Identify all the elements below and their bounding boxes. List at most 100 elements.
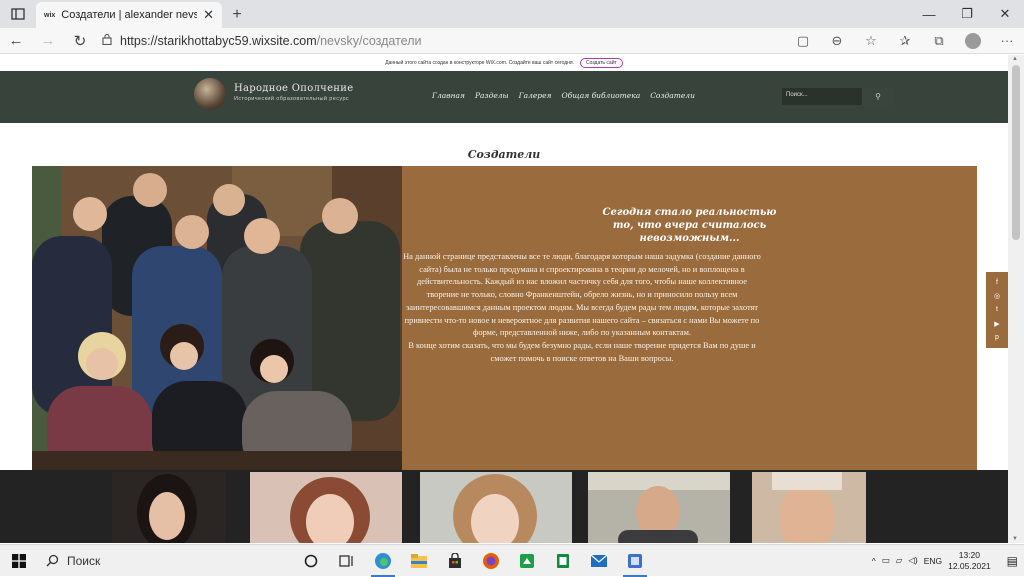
back-button[interactable]: ← — [0, 28, 32, 54]
taskbar-app-blue[interactable] — [617, 545, 653, 577]
task-view-button[interactable] — [329, 545, 365, 577]
start-button[interactable] — [0, 545, 38, 577]
arrow-right-icon: → — [40, 32, 56, 49]
tray-network-icon[interactable]: ▭ — [882, 555, 890, 566]
forward-button[interactable]: → — [32, 28, 64, 54]
team-group-photo — [32, 166, 402, 470]
cortana-icon — [304, 554, 318, 567]
taskbar-app-sheets[interactable] — [545, 545, 581, 577]
portrait-2[interactable] — [250, 472, 402, 543]
lock-icon — [102, 33, 112, 48]
menu-item-library[interactable]: Общая библиотека — [562, 91, 641, 100]
tab-actions-button[interactable] — [0, 0, 36, 28]
browser-toolbar-right: ▢ ⊖ ☆ ✰ ⧉ ··· — [786, 28, 1024, 54]
site-logo[interactable] — [194, 78, 226, 110]
system-tray: ^ ▭ ▱ ◁) ENG 13:20 12.05.2021 ▤ — [872, 545, 1024, 577]
reader-view-icon: ▢ — [796, 32, 810, 48]
site-search-button[interactable]: ⚲ — [862, 88, 894, 105]
cortana-button[interactable] — [293, 545, 329, 577]
taskbar-store[interactable] — [437, 545, 473, 577]
wix-banner: Данный этого сайта создан в конструкторе… — [0, 55, 1008, 71]
quote-line-3: невозможным... — [639, 233, 740, 244]
quote-line-1: Сегодня стало реальностью — [602, 207, 777, 218]
page-viewport: Данный этого сайта создан в конструкторе… — [0, 55, 1008, 543]
portrait-1[interactable] — [112, 472, 226, 543]
refresh-icon: ↻ — [73, 32, 87, 50]
brand-subtitle: Исторический образовательный ресурс — [234, 96, 350, 102]
instagram-icon[interactable]: ◎ — [994, 292, 1000, 300]
url-field[interactable]: https://starikhottabyc59.wixsite.com/nev… — [102, 30, 762, 52]
maximize-button[interactable]: ❐ — [948, 0, 986, 28]
site-brand[interactable]: Народное Ополчение Исторический образова… — [234, 83, 353, 102]
wix-banner-text: Данный этого сайта создан в конструкторе… — [385, 60, 575, 66]
notification-center-icon[interactable]: ▤ — [1007, 554, 1018, 568]
taskbar-firefox[interactable] — [473, 545, 509, 577]
brand-name: Народное Ополчение — [234, 83, 354, 94]
tab-title: Создатели | alexander nevsky — [61, 9, 198, 21]
collections-button[interactable]: ⧉ — [922, 28, 956, 54]
store-bag-icon — [449, 552, 461, 568]
plus-icon: + — [232, 6, 242, 23]
taskbar-apps — [293, 545, 653, 577]
window-controls: — ❐ ✕ — [910, 0, 1024, 28]
taskbar-mail[interactable] — [581, 545, 617, 577]
taskbar-edge[interactable] — [365, 545, 401, 577]
portrait-4[interactable] — [588, 472, 730, 543]
page-scrollbar[interactable]: ▲ ▼ — [1008, 55, 1024, 543]
site-header: Народное Ополчение Исторический образова… — [0, 71, 1008, 123]
tab-active[interactable]: wix Создатели | alexander nevsky ✕ — [36, 2, 222, 28]
portrait-3[interactable] — [420, 472, 572, 543]
reader-view-button[interactable]: ▢ — [786, 28, 820, 54]
portrait-5[interactable] — [752, 472, 866, 543]
site-search-input[interactable]: Поиск... — [782, 88, 862, 105]
favorites-icon: ✰ — [899, 32, 911, 48]
more-menu-button[interactable]: ··· — [990, 28, 1024, 54]
url-path: /nevsky/создатели — [316, 33, 422, 48]
mail-icon — [590, 554, 608, 567]
tray-language[interactable]: ENG — [924, 556, 942, 566]
creators-quote: Сегодня стало реальностью то, что вчера … — [402, 206, 977, 245]
add-favorite-button[interactable]: ☆ — [854, 28, 888, 54]
tray-volume-icon[interactable]: ◁) — [908, 555, 917, 566]
youtube-icon[interactable]: ▶ — [994, 320, 999, 328]
scroll-down-icon[interactable]: ▼ — [1012, 536, 1018, 542]
tray-chevron-up-icon[interactable]: ^ — [872, 556, 876, 566]
star-add-icon: ☆ — [865, 32, 877, 48]
task-view-icon — [339, 554, 353, 567]
tray-display-icon[interactable]: ▱ — [896, 555, 903, 566]
scroll-thumb[interactable] — [1012, 65, 1020, 240]
taskbar-search[interactable]: Поиск — [38, 545, 293, 577]
app-green-icon — [520, 553, 534, 568]
twitter-icon[interactable]: t — [996, 306, 998, 313]
favorites-button[interactable]: ✰ — [888, 28, 922, 54]
scroll-up-icon[interactable]: ▲ — [1012, 56, 1018, 62]
zoom-out-icon: ⊖ — [831, 32, 843, 48]
site-menu: Главная Разделы Галерея Общая библиотека… — [432, 91, 695, 100]
address-bar: ← → ↻ https://starikhottabyc59.wixsite.c… — [0, 28, 1024, 54]
page-title: Создатели — [467, 148, 541, 161]
refresh-button[interactable]: ↻ — [64, 28, 96, 54]
app-sheets-icon — [557, 553, 569, 568]
tray-clock[interactable]: 13:20 12.05.2021 — [948, 550, 991, 572]
new-tab-button[interactable]: + — [222, 2, 252, 28]
profile-avatar[interactable] — [965, 32, 981, 49]
tab-close-icon[interactable]: ✕ — [203, 7, 214, 23]
app-blue-icon — [628, 553, 642, 568]
menu-item-home[interactable]: Главная — [432, 91, 465, 100]
create-site-button[interactable]: Создать сайт — [580, 58, 623, 68]
windows-taskbar: Поиск ^ ▭ ▱ ◁) ENG 13:20 12.05.2021 ▤ — [0, 544, 1024, 577]
facebook-icon[interactable]: f — [996, 279, 998, 286]
menu-item-sections[interactable]: Разделы — [475, 91, 509, 100]
pinterest-icon[interactable]: p — [995, 334, 999, 341]
tray-date: 12.05.2021 — [948, 560, 991, 571]
minimize-button[interactable]: — — [910, 0, 948, 28]
collections-icon: ⧉ — [934, 32, 944, 48]
group-photo-illustration — [32, 166, 402, 470]
taskbar-file-explorer[interactable] — [401, 545, 437, 577]
taskbar-app-green[interactable] — [509, 545, 545, 577]
zoom-button[interactable]: ⊖ — [820, 28, 854, 54]
menu-item-creators[interactable]: Создатели — [650, 91, 695, 100]
tray-time: 13:20 — [958, 549, 981, 560]
menu-item-gallery[interactable]: Галерея — [519, 91, 552, 100]
close-window-button[interactable]: ✕ — [986, 0, 1024, 28]
